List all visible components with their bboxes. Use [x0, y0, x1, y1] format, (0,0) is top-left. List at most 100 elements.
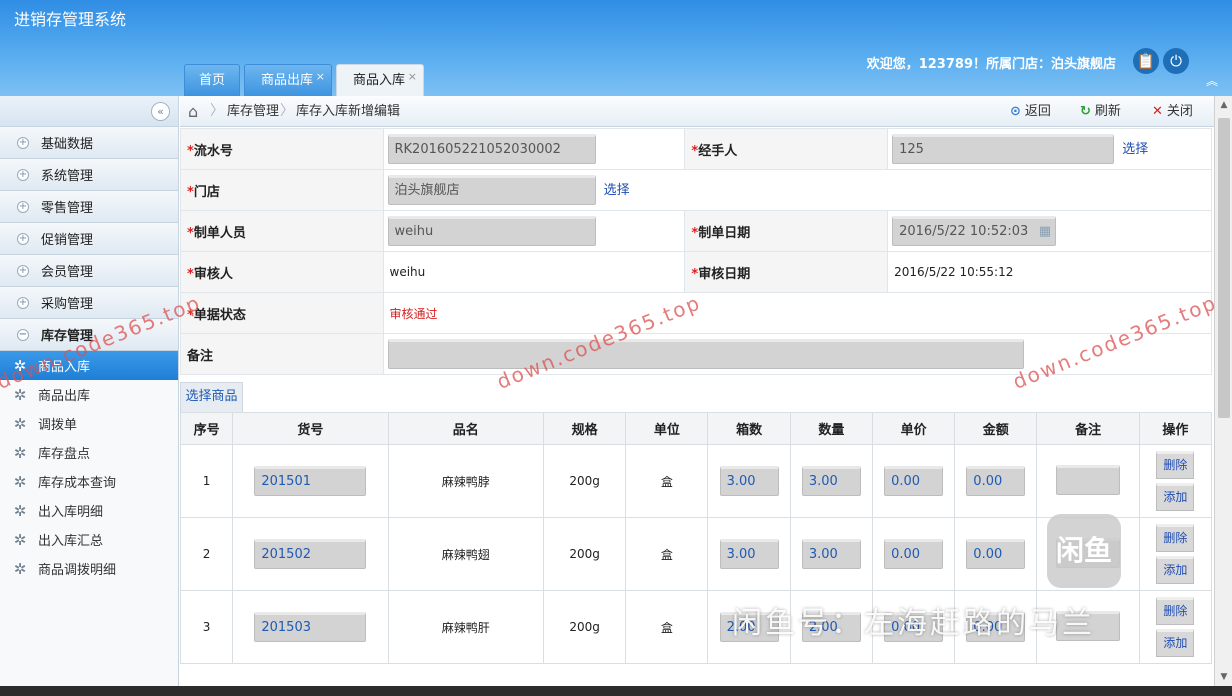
- sidebar-section-label: 促销管理: [41, 233, 94, 248]
- main-scrollbar[interactable]: ▲ ▼: [1214, 96, 1232, 686]
- tab-goods-inbound[interactable]: 商品入库 ×: [336, 64, 424, 96]
- col-header: 金额: [954, 412, 1038, 445]
- amount-input[interactable]: 0.00: [966, 539, 1026, 569]
- back-button[interactable]: ⊙ 返回: [1010, 96, 1051, 127]
- refresh-button[interactable]: ↻ 刷新: [1080, 96, 1121, 127]
- item-code-input[interactable]: 201501: [254, 466, 367, 496]
- auditor-value: weihu: [382, 251, 686, 293]
- refresh-label: 刷新: [1094, 104, 1121, 119]
- boxes-input[interactable]: 3.00: [719, 466, 779, 496]
- col-header: 数量: [789, 412, 873, 445]
- item-name: 麻辣鸭翅: [387, 517, 545, 591]
- serial-label: *流水号: [180, 128, 384, 170]
- maker-field[interactable]: weihu: [387, 216, 596, 246]
- delete-row-button[interactable]: 删除: [1156, 597, 1195, 625]
- price-input[interactable]: 0.00: [884, 466, 944, 496]
- store-label: *门店: [180, 169, 384, 211]
- sidebar-item-label: 库存盘点: [38, 447, 91, 462]
- item-unit: 盒: [625, 590, 709, 664]
- sidebar-section-system[interactable]: + 系统管理: [0, 159, 178, 191]
- close-label: 关闭: [1166, 104, 1193, 119]
- refresh-icon: ↻: [1080, 104, 1091, 119]
- sidebar-item-transfer-detail[interactable]: ✲ 商品调拨明细: [0, 554, 178, 583]
- sidebar-section-basic-data[interactable]: + 基础数据: [0, 127, 178, 159]
- expand-icon: +: [17, 136, 29, 149]
- breadcrumb-current: 库存入库新增编辑: [296, 104, 401, 119]
- sidebar-section-label: 零售管理: [41, 201, 94, 216]
- watermark-logo: 闲鱼: [1047, 514, 1121, 588]
- add-row-button[interactable]: 添加: [1156, 629, 1195, 657]
- item-code-input[interactable]: 201502: [254, 539, 367, 569]
- remark-field[interactable]: [387, 339, 1024, 369]
- tab-goods-outbound-label: 商品出库: [261, 73, 314, 88]
- collapse-sidebar-icon[interactable]: «: [151, 102, 170, 121]
- tab-home[interactable]: 首页: [184, 64, 240, 96]
- sidebar-section-member[interactable]: + 会员管理: [0, 255, 178, 287]
- add-row-button[interactable]: 添加: [1156, 556, 1195, 584]
- audit-date-label: *审核日期: [684, 251, 889, 293]
- boxes-input[interactable]: 3.00: [719, 539, 779, 569]
- watermark-caption: 闲鱼号：左海赶路的马兰: [732, 606, 1095, 641]
- sidebar-section-label: 采购管理: [41, 297, 94, 312]
- back-label: 返回: [1024, 104, 1051, 119]
- row-remark-input[interactable]: [1056, 464, 1121, 495]
- store-field[interactable]: 泊头旗舰店: [387, 175, 596, 205]
- amount-input[interactable]: 0.00: [966, 466, 1026, 496]
- item-spec: 200g: [543, 590, 627, 664]
- sidebar-item-stocktake[interactable]: ✲ 库存盘点: [0, 438, 178, 467]
- home-icon[interactable]: ⌂: [188, 96, 198, 127]
- chevron-up-icon[interactable]: ︽: [1206, 72, 1218, 89]
- status-label: *单据状态: [180, 292, 384, 334]
- sidebar-section-retail[interactable]: + 零售管理: [0, 191, 178, 223]
- col-header: 单价: [871, 412, 956, 445]
- power-icon[interactable]: ⏻: [1163, 48, 1189, 74]
- sidebar-section-promotion[interactable]: + 促销管理: [0, 223, 178, 255]
- expand-icon: +: [17, 296, 29, 309]
- sidebar-item-io-summary[interactable]: ✲ 出入库汇总: [0, 525, 178, 554]
- clipboard-icon[interactable]: 📋: [1133, 48, 1159, 74]
- scroll-down-icon[interactable]: ▼: [1215, 672, 1232, 682]
- gear-icon: ✲: [13, 472, 27, 491]
- sidebar-top: «: [0, 96, 178, 127]
- sidebar: « + 基础数据 + 系统管理 + 零售管理 + 促销管理 + 会员管理 + 采…: [0, 96, 179, 686]
- sidebar-item-transfer[interactable]: ✲ 调拨单: [0, 409, 178, 438]
- auditor-label: *审核人: [180, 251, 384, 293]
- handler-select-link[interactable]: 选择: [1122, 142, 1148, 157]
- item-code-input[interactable]: 201503: [254, 612, 367, 642]
- sidebar-section-label: 系统管理: [41, 169, 94, 184]
- tab-goods-inbound-label: 商品入库: [353, 73, 406, 88]
- sidebar-item-io-detail[interactable]: ✲ 出入库明细: [0, 496, 178, 525]
- col-header: 单位: [625, 412, 709, 445]
- quantity-input[interactable]: 3.00: [801, 539, 861, 569]
- row-number: 1: [179, 444, 234, 518]
- handler-field[interactable]: 125: [892, 134, 1115, 164]
- make-date-value: 2016/5/22 10:52:03: [899, 224, 1029, 239]
- tab-home-label: 首页: [198, 73, 225, 88]
- scrollbar-thumb[interactable]: [1218, 118, 1230, 418]
- gear-icon: ✲: [13, 414, 27, 433]
- price-input[interactable]: 0.00: [884, 539, 944, 569]
- store-select-link[interactable]: 选择: [604, 183, 630, 198]
- delete-row-button[interactable]: 删除: [1156, 451, 1195, 479]
- taskbar-strip: [0, 686, 1232, 696]
- scroll-up-icon[interactable]: ▲: [1215, 100, 1232, 110]
- col-header: 操作: [1138, 412, 1213, 445]
- tab-close-icon[interactable]: ×: [408, 61, 417, 93]
- tab-close-icon[interactable]: ×: [316, 61, 325, 93]
- make-date-field[interactable]: 2016/5/22 10:52:03 ▦: [892, 216, 1057, 246]
- serial-field[interactable]: RK201605221052030002: [387, 134, 596, 164]
- expand-icon: +: [17, 200, 29, 213]
- delete-row-button[interactable]: 删除: [1156, 524, 1195, 552]
- close-button[interactable]: ✕ 关闭: [1152, 96, 1193, 127]
- breadcrumb-inventory[interactable]: 库存管理: [227, 96, 279, 127]
- select-goods-button[interactable]: 选择商品: [180, 382, 243, 412]
- quantity-input[interactable]: 3.00: [801, 466, 861, 496]
- calendar-icon[interactable]: ▦: [1039, 219, 1051, 244]
- close-icon: ✕: [1152, 104, 1163, 119]
- breadcrumb-separator: 〉: [210, 103, 224, 119]
- tab-goods-outbound[interactable]: 商品出库 ×: [244, 64, 332, 96]
- add-row-button[interactable]: 添加: [1156, 483, 1195, 511]
- sidebar-item-cost-query[interactable]: ✲ 库存成本查询: [0, 467, 178, 496]
- expand-icon: +: [17, 168, 29, 181]
- sidebar-item-goods-outbound[interactable]: ✲ 商品出库: [0, 380, 178, 409]
